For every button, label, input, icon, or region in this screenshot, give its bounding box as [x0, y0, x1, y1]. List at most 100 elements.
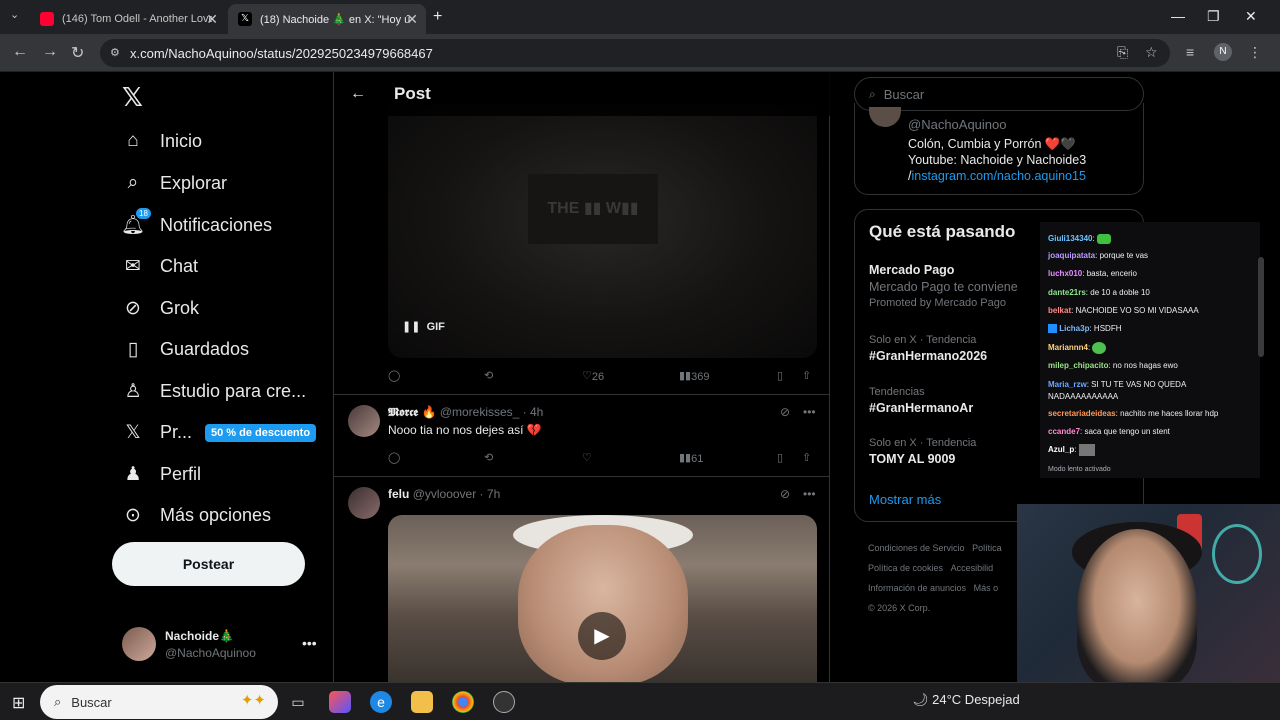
reply-handle[interactable]: @morekisses_ · 4h [440, 405, 544, 419]
bookmark-icon[interactable]: ▯ [777, 451, 783, 464]
site-info-icon[interactable]: ⚙ [110, 46, 120, 59]
views-button[interactable]: ▮▮ 369 [679, 369, 709, 383]
chat-user: dante21rs [1048, 288, 1086, 297]
sidebar-item-inicio[interactable]: ⌂ Inicio [122, 130, 202, 152]
account-switcher[interactable]: Nachoide🎄 @NachoAquinoo ••• [122, 627, 317, 661]
more-dots-icon[interactable]: ••• [302, 635, 317, 651]
forward-arrow-icon[interactable]: → [42, 43, 58, 61]
edge-icon[interactable]: e [370, 691, 392, 713]
reply-icon[interactable]: ◯ [388, 369, 400, 382]
close-icon[interactable]: ✕ [206, 11, 218, 28]
more-dots-icon[interactable]: ••• [803, 405, 816, 419]
chat-message: Licha3p: HSDFH [1048, 324, 1121, 334]
copilot-icon[interactable] [329, 691, 351, 713]
profile-handle[interactable]: @NachoAquinoo [908, 117, 1006, 132]
profile-avatar[interactable]: N [1214, 43, 1232, 61]
reply-handle[interactable]: @yvlooover · 7h [413, 487, 501, 501]
windows-start-icon[interactable]: ⊞ [12, 693, 25, 713]
sidebar-item-explorar[interactable]: ⌕ Explorar [122, 172, 227, 194]
sidebar-item-perfil[interactable]: ♟ Perfil [122, 463, 201, 485]
like-icon[interactable]: ♡ [582, 451, 592, 464]
views-button[interactable]: ▮▮ 61 [679, 451, 703, 465]
discount-badge[interactable]: 50 % de descuento [205, 424, 317, 442]
tab-search-chevron-icon[interactable]: ⌄ [10, 8, 19, 21]
chrome-icon[interactable] [452, 691, 474, 713]
url-field[interactable]: ⚙ x.com/NachoAquinoo/status/202925023497… [100, 39, 1170, 67]
grok-icon[interactable]: ⊘ [780, 405, 790, 419]
windows-taskbar: ⊞ ⌕ Buscar ✦✦ ▭ e 🌙︎ 24°C Despejad [0, 682, 1280, 720]
gif-media[interactable]: THE ▮▮ W▮▮ ❚❚ GIF [388, 104, 817, 358]
footer-link[interactable]: Accesibilid [951, 563, 994, 573]
trend-item[interactable]: Tendencias #GranHermanoAr [869, 386, 1069, 415]
more-dots-icon[interactable]: ••• [803, 487, 816, 501]
sidebar-item-premium[interactable]: 𝕏 Pr... [122, 421, 192, 443]
author-profile-card[interactable]: @NachoAquinoo Colón, Cumbia y Porrón ❤️🖤… [854, 103, 1144, 195]
task-view-icon[interactable]: ▭ [287, 691, 309, 713]
back-arrow-icon[interactable]: ← [350, 85, 390, 103]
share-icon[interactable]: ⇧ [802, 369, 811, 382]
reply-author[interactable]: felu [388, 487, 409, 501]
post-button[interactable]: Postear [112, 542, 305, 586]
bookmark-star-icon[interactable]: ☆ [1145, 44, 1158, 61]
sidebar-item-label: Explorar [160, 172, 228, 193]
show-more-link[interactable]: Mostrar más [869, 492, 941, 507]
obs-icon[interactable] [493, 691, 515, 713]
sidebar-item-grok[interactable]: ⊘ Grok [122, 297, 199, 319]
instagram-link[interactable]: instagram.com/nacho.aquino15 [911, 169, 1085, 183]
play-icon[interactable]: ▶ [578, 612, 626, 660]
repost-icon[interactable]: ⟲ [484, 451, 493, 464]
avatar[interactable] [348, 405, 380, 437]
video-media[interactable]: ▶ [388, 515, 817, 682]
pause-icon[interactable]: ❚❚ [402, 321, 420, 333]
file-explorer-icon[interactable] [411, 691, 433, 713]
trend-context: Solo en X · Tendencia [869, 334, 977, 346]
trend-item-promoted[interactable]: Mercado Pago Mercado Pago te conviene Pr… [869, 263, 1069, 309]
sidebar-item-mas-opciones[interactable]: ⊙ Más opciones [122, 504, 271, 526]
bio-line: Colón, Cumbia y Porrón ❤️🖤 [908, 137, 1076, 151]
back-arrow-icon[interactable]: ← [12, 43, 28, 61]
trend-item[interactable]: Solo en X · Tendencia TOMY AL 9009 [869, 437, 1069, 466]
media-control-icon[interactable]: ≡ [1186, 44, 1194, 60]
gif-controls[interactable]: ❚❚ GIF [402, 320, 445, 333]
bookmark-icon: ▯ [127, 338, 139, 360]
grok-icon[interactable]: ⊘ [780, 487, 790, 501]
reply-icon[interactable]: ◯ [388, 451, 400, 464]
reply-tweet[interactable]: felu @yvlooover · 7h ⊘ ••• [348, 487, 818, 519]
maximize-icon[interactable]: ❐ [1207, 8, 1220, 25]
install-app-icon[interactable]: ⎘ [1117, 44, 1128, 61]
menu-kebab-icon[interactable]: ⋮ [1248, 44, 1262, 61]
footer-link[interactable]: Información de anuncios [868, 583, 966, 593]
footer-link[interactable]: Más o [974, 583, 999, 593]
avatar[interactable] [869, 107, 901, 127]
tab-x-post[interactable]: 𝕏 (18) Nachoide 🎄 en X: "Hoy últ ✕ [228, 4, 426, 34]
like-button[interactable]: ♡ 26 [582, 369, 604, 383]
repost-icon[interactable]: ⟲ [484, 369, 493, 382]
sidebar-item-chat[interactable]: ✉ Chat [122, 255, 198, 277]
tab-youtube[interactable]: (146) Tom Odell - Another Love ✕ [30, 4, 226, 34]
minimize-icon[interactable]: — [1171, 8, 1185, 24]
reply-author[interactable]: 𝕸𝖔𝖗𝖈𝖊 🔥 [388, 405, 436, 419]
sidebar-item-notificaciones[interactable]: 🔔︎ 18 Notificaciones [121, 208, 272, 236]
taskbar-search[interactable]: ⌕ Buscar ✦✦ [40, 685, 278, 719]
reload-icon[interactable]: ↻ [71, 43, 84, 63]
sidebar-item-estudio[interactable]: ♙ Estudio para cre... [122, 380, 306, 402]
window-close-icon[interactable]: ✕ [1245, 8, 1257, 25]
footer-link[interactable]: Condiciones de Servicio [868, 543, 965, 553]
sidebar-item-guardados[interactable]: ▯ Guardados [122, 338, 249, 360]
trend-context: Tendencias [869, 386, 925, 398]
reply-tweet[interactable]: 𝕸𝖔𝖗𝖈𝖊 🔥 @morekisses_ · 4h Nooo tia no no… [348, 405, 818, 475]
view-count: 61 [691, 453, 704, 465]
trend-name: TOMY AL 9009 [869, 452, 956, 466]
trend-item[interactable]: Solo en X · Tendencia #GranHermano2026 [869, 334, 1069, 363]
close-icon[interactable]: ✕ [406, 11, 418, 28]
avatar[interactable] [348, 487, 380, 519]
chat-scrollbar[interactable] [1258, 257, 1264, 357]
bookmark-icon[interactable]: ▯ [777, 369, 783, 382]
x-logo-icon[interactable]: 𝕏 [122, 82, 143, 113]
footer-link[interactable]: Política [972, 543, 1002, 553]
footer-link[interactable]: Política de cookies [868, 563, 943, 573]
new-tab-button[interactable]: + [433, 8, 442, 26]
page-title: Post [394, 84, 431, 103]
share-icon[interactable]: ⇧ [802, 451, 811, 464]
weather-widget[interactable]: 🌙︎ 24°C Despejad [912, 692, 1020, 708]
